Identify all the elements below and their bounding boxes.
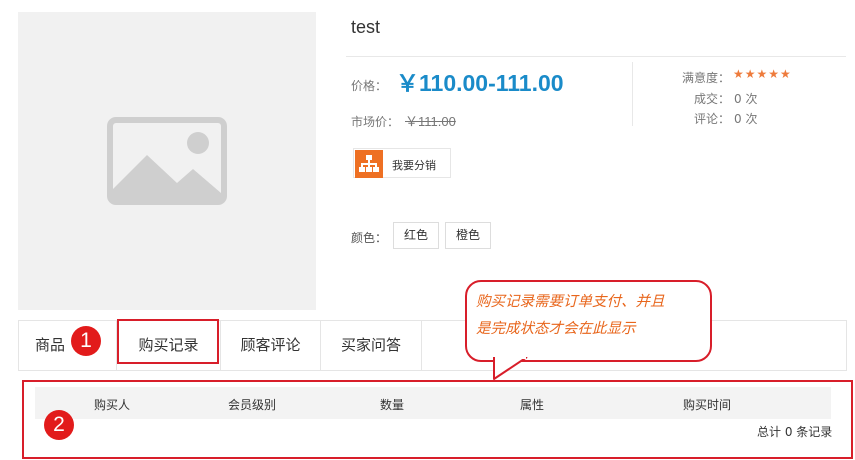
distribute-label: 我要分销 (392, 159, 436, 172)
image-placeholder-icon (107, 117, 227, 205)
deals-value: 0 次 (734, 92, 758, 106)
column-attributes: 属性 (520, 398, 545, 412)
annotation-callout: 购买记录需要订单支付、并且 是完成状态才会在此显示 (465, 280, 712, 362)
market-price-label: 市场价： (351, 115, 400, 129)
color-label: 颜色： (351, 231, 388, 245)
callout-tail (493, 357, 528, 380)
column-quantity: 数量 (380, 398, 405, 412)
vertical-divider (632, 62, 633, 126)
distribute-icon (355, 150, 383, 178)
divider (346, 56, 846, 57)
tab-buyer-qa[interactable]: 买家问答 (321, 321, 422, 370)
panel-divider (18, 370, 847, 371)
callout-line-1: 购买记录需要订单支付、并且 (476, 294, 665, 310)
annotation-badge-1: 1 (71, 326, 101, 356)
column-buyer: 购买人 (94, 398, 131, 412)
annotation-highlight-box (117, 319, 219, 364)
color-option-orange[interactable]: 橙色 (445, 222, 491, 249)
market-price-value: ￥111.00 (405, 114, 456, 129)
annotation-badge-2: 2 (44, 410, 74, 440)
callout-line-2: 是完成状态才会在此显示 (476, 321, 636, 337)
reviews-label: 评论： (693, 112, 730, 126)
price-value: ￥110.00-111.00 (396, 70, 564, 96)
product-image[interactable] (18, 12, 316, 310)
deals-label: 成交： (693, 92, 730, 106)
rating-stars: ★★★★★ (733, 67, 792, 81)
price-label: 价格： (351, 79, 388, 93)
column-member-level: 会员级别 (228, 398, 277, 412)
color-option-red[interactable]: 红色 (393, 222, 439, 249)
distribute-button[interactable]: 我要分销 (353, 148, 451, 178)
tab-product[interactable]: 商品 (19, 321, 117, 370)
column-purchase-time: 购买时间 (683, 398, 732, 412)
product-title: test (351, 17, 381, 37)
records-total: 总计 0 条记录 (757, 425, 833, 439)
reviews-value: 0 次 (734, 112, 758, 126)
tab-customer-reviews[interactable]: 顾客评论 (221, 321, 321, 370)
satisfaction-label: 满意度： (681, 71, 730, 85)
